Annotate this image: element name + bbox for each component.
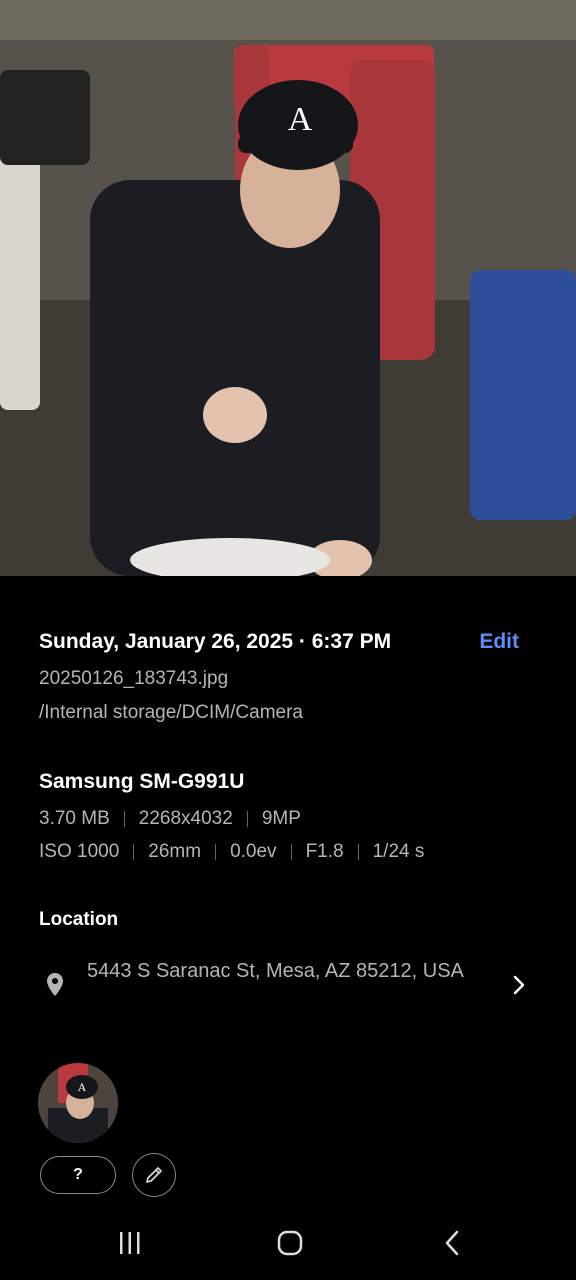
date-row: Sunday, January 26, 2025 · 6:37 PM Edit	[39, 628, 539, 660]
resolution: 2268x4032	[138, 808, 233, 829]
iso: ISO 1000	[39, 841, 120, 862]
unknown-person-tag-button[interactable]: ?	[40, 1156, 116, 1194]
svg-text:A: A	[288, 101, 313, 138]
date-time: Sunday, January 26, 2025 · 6:37 PM	[39, 630, 392, 653]
person-face-thumbnail[interactable]: A	[38, 1063, 118, 1143]
recent-apps-icon	[120, 1232, 140, 1254]
divider	[133, 844, 135, 860]
divider	[123, 811, 125, 827]
focal-length: 26mm	[148, 841, 202, 862]
edit-button[interactable]: Edit	[479, 630, 519, 654]
svg-text:A: A	[78, 1080, 87, 1094]
home-icon	[277, 1230, 303, 1256]
unknown-person-label: ?	[73, 1166, 83, 1183]
location-row[interactable]: 5443 S Saranac St, Mesa, AZ 85212, USA	[39, 954, 539, 1016]
aperture: F1.8	[305, 841, 344, 862]
back-button[interactable]	[432, 1226, 472, 1260]
file-name: 20250126_183743.jpg	[39, 668, 229, 689]
photo-image: A	[0, 0, 576, 576]
location-address: 5443 S Saranac St, Mesa, AZ 85212, USA	[87, 960, 464, 982]
file-path: /Internal storage/DCIM/Camera	[39, 702, 303, 723]
chevron-right-icon	[513, 975, 525, 995]
megapixels: 9MP	[261, 808, 301, 829]
back-icon	[445, 1230, 459, 1256]
specs-row-2: ISO 1000 26mm 0.0ev F1.8 1/24 s	[39, 841, 424, 863]
recent-apps-button[interactable]	[110, 1226, 150, 1260]
divider	[357, 844, 359, 860]
divider	[215, 844, 217, 860]
divider	[290, 844, 292, 860]
pencil-icon	[146, 1167, 162, 1183]
home-button[interactable]	[270, 1226, 310, 1260]
file-size: 3.70 MB	[39, 808, 110, 829]
location-pin-icon	[47, 973, 63, 996]
divider	[246, 811, 248, 827]
device-name: Samsung SM-G991U	[39, 770, 245, 793]
shutter-speed: 1/24 s	[372, 841, 425, 862]
photo-view[interactable]: A	[0, 0, 576, 576]
exposure-value: 0.0ev	[230, 841, 277, 862]
specs-row-1: 3.70 MB 2268x4032 9MP	[39, 808, 301, 830]
system-navigation-bar	[0, 1206, 576, 1280]
edit-people-button[interactable]	[132, 1153, 176, 1197]
location-title: Location	[39, 909, 119, 930]
face-image: A	[38, 1063, 118, 1143]
